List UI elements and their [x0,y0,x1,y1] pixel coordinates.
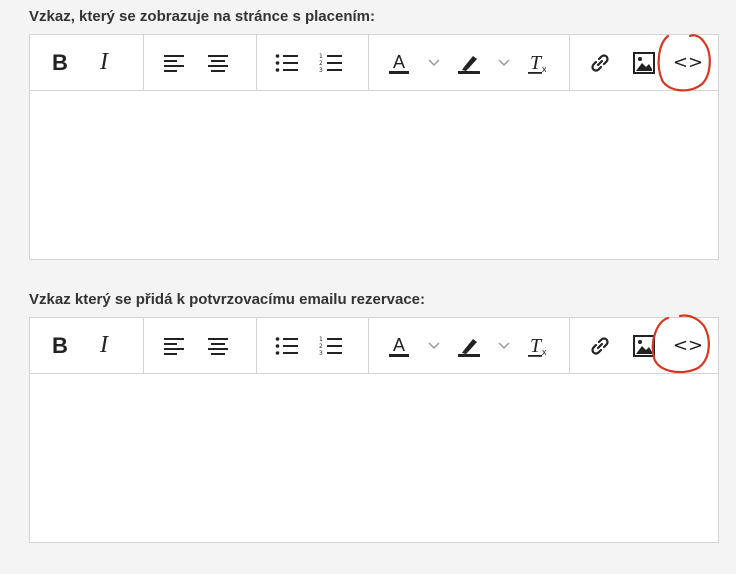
svg-text:3: 3 [319,350,323,357]
toolbar-group-format: B I [30,35,145,90]
svg-text:x: x [542,347,547,357]
bullet-list-button[interactable] [265,326,309,366]
toolbar-group-lists: 123 [257,318,370,373]
align-left-icon [164,337,185,355]
bold-button[interactable]: B [38,43,82,83]
italic-icon: I [100,49,108,75]
clear-format-button[interactable]: Tx [517,326,561,366]
rich-text-editor: B I 123 A T x <> [29,317,719,543]
font-color-icon: A [389,335,410,357]
editor-section-payment-page: Vzkaz, který se zobrazuje na stránce s p… [29,0,719,260]
editor-label: Vzkaz který se přidá k potvrzovacímu ema… [29,291,426,308]
editor-content[interactable] [30,374,718,542]
highlight-color-button[interactable] [447,43,491,83]
font-color-button[interactable]: A [377,43,421,83]
align-left-icon [164,54,185,72]
chevron-down-icon [428,341,440,349]
toolbar-group-align [144,35,257,90]
svg-text:x: x [542,64,547,74]
editor-content[interactable] [30,91,718,259]
align-left-button[interactable] [152,43,196,83]
editor-label: Vzkaz, který se zobrazuje na stránce s p… [29,8,375,25]
code-icon: <> [672,52,704,73]
chevron-down-icon [498,341,510,349]
numbered-list-button[interactable]: 123 [309,43,353,83]
italic-button[interactable]: I [82,43,126,83]
link-icon [591,53,609,72]
svg-text:2: 2 [319,60,323,67]
numbered-list-icon: 123 [319,336,342,357]
bold-icon: B [52,332,68,358]
svg-text:A: A [393,335,405,355]
font-color-icon: A [389,52,410,74]
bullet-list-icon [275,336,298,355]
svg-text:A: A [393,52,405,72]
chevron-down-icon [428,58,440,66]
italic-button[interactable]: I [82,326,126,366]
source-code-button[interactable]: <> [666,326,710,366]
font-color-dropdown[interactable] [421,326,447,366]
clear-format-icon: Tx [528,335,547,357]
bullet-list-icon [275,53,298,72]
source-code-button[interactable]: <> [666,43,710,83]
highlight-color-dropdown[interactable] [491,43,517,83]
numbered-list-button[interactable]: 123 [309,326,353,366]
toolbar-group-align [144,318,257,373]
svg-text:3: 3 [319,67,323,74]
toolbar-group-insert: <> [570,318,718,373]
toolbar-group-insert: <> [570,35,718,90]
align-center-button[interactable] [196,43,240,83]
toolbar-group-format: B I [30,318,145,373]
highlighter-icon [458,338,481,357]
svg-text:1: 1 [319,53,323,60]
align-left-button[interactable] [152,326,196,366]
image-button[interactable] [622,326,666,366]
image-icon [633,334,656,357]
clear-format-button[interactable]: Tx [517,43,561,83]
editor-toolbar: B I 123 A T x <> [30,35,718,91]
svg-text:1: 1 [319,336,323,343]
rich-text-editor: B I 123 A T x <> [29,34,719,260]
code-icon: <> [672,335,704,356]
link-icon [591,336,609,355]
italic-icon: I [100,332,108,358]
highlight-color-button[interactable] [447,326,491,366]
chevron-down-icon [498,58,510,66]
image-button[interactable] [622,43,666,83]
editor-toolbar: B I 123 A T x <> [30,318,718,374]
font-color-button[interactable]: A [377,326,421,366]
align-center-icon [208,54,229,72]
toolbar-group-lists: 123 [257,35,370,90]
highlight-color-dropdown[interactable] [491,326,517,366]
bold-icon: B [52,49,68,75]
editor-section-confirmation-email: Vzkaz který se přidá k potvrzovacímu ema… [29,283,719,543]
link-button[interactable] [578,43,622,83]
svg-text:2: 2 [319,343,323,350]
toolbar-group-colors: A Tx [369,35,571,90]
highlighter-icon [458,55,481,74]
align-center-button[interactable] [196,326,240,366]
font-color-dropdown[interactable] [421,43,447,83]
clear-format-icon: Tx [528,52,547,74]
bold-button[interactable]: B [38,326,82,366]
numbered-list-icon: 123 [319,53,342,74]
link-button[interactable] [578,326,622,366]
image-icon [633,51,656,74]
align-center-icon [208,337,229,355]
bullet-list-button[interactable] [265,43,309,83]
toolbar-group-colors: A Tx [369,318,571,373]
